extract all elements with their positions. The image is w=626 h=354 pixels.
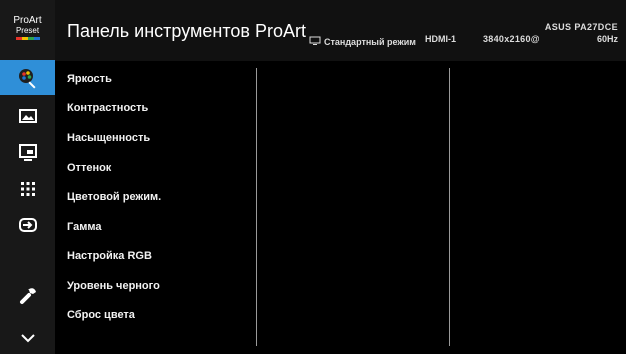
model-name: ASUS PA27DCE (544, 22, 618, 32)
menu-item-hue[interactable]: Оттенок (67, 162, 111, 174)
monitor-icon (309, 33, 321, 51)
sidebar-item-image[interactable] (0, 98, 55, 133)
sidebar-item-more[interactable] (0, 321, 55, 354)
sidebar-item-pip[interactable] (0, 134, 55, 169)
current-mode: Стандартный режим (309, 33, 416, 51)
resolution: 3840x2160@ (483, 34, 540, 44)
monitor-osd: ProArt Preset Панель инструментов ProArt… (0, 0, 626, 354)
header-bar: Панель инструментов ProArt Стандартный р… (55, 0, 626, 61)
menu-item-contrast[interactable]: Контрастность (67, 102, 148, 114)
menu-item-gamma[interactable]: Гамма (67, 221, 101, 233)
column-divider-right (449, 68, 450, 346)
logo-color-bar (15, 36, 40, 40)
page-title: Панель инструментов ProArt (67, 21, 306, 41)
menu-item-color-mode[interactable]: Цветовой режим. (67, 191, 161, 203)
logo-text-proart: ProArt (13, 14, 42, 26)
logo-text-preset: Preset (15, 25, 40, 35)
sidebar-item-input-select[interactable] (0, 207, 55, 242)
menu-item-black-level[interactable]: Уровень черного (67, 280, 160, 292)
sidebar-item-proart-palette[interactable] (0, 60, 55, 95)
wrench-icon (17, 285, 39, 307)
input-source: HDMI-1 (425, 34, 456, 44)
mode-label: Стандартный режим (324, 37, 416, 47)
menu-item-color-reset[interactable]: Сброс цвета (67, 309, 135, 321)
sidebar-item-grid[interactable] (0, 171, 55, 206)
sidebar-item-system[interactable] (0, 278, 55, 313)
input-select-icon (17, 214, 39, 236)
column-divider-left (256, 68, 257, 346)
chevron-down-icon (19, 329, 37, 347)
image-icon (17, 105, 39, 127)
refresh-rate: 60Hz (596, 34, 618, 44)
proart-logo: ProArt Preset (0, 0, 55, 55)
menu-item-brightness[interactable]: Яркость (67, 73, 112, 85)
sidebar: ProArt Preset (0, 0, 55, 354)
menu-item-rgb-adjust[interactable]: Настройка RGB (67, 250, 152, 262)
grid-icon (17, 178, 39, 200)
picture-in-picture-icon (17, 141, 39, 163)
menu-panel: Яркость Контрастность Насыщенность Оттен… (55, 61, 626, 354)
menu-item-saturation[interactable]: Насыщенность (67, 132, 150, 144)
proart-palette-icon (16, 66, 40, 90)
